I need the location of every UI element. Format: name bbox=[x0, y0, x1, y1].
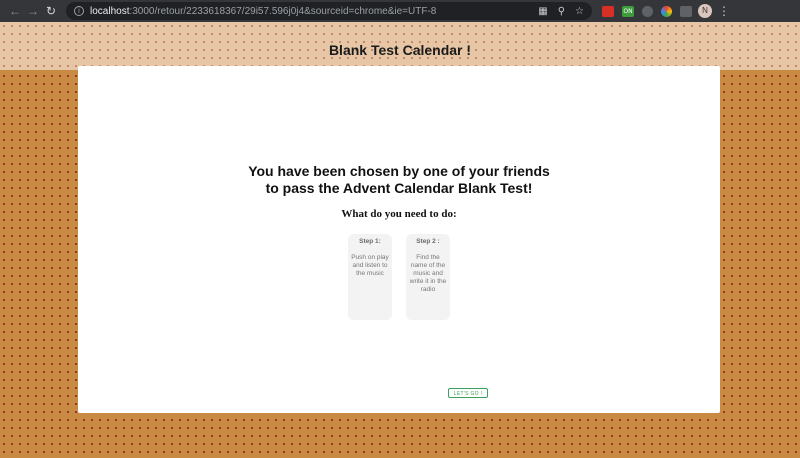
url-path: :3000/retour/2233618367/29i57.596j0j4&so… bbox=[129, 5, 437, 17]
mail-extension-icon[interactable] bbox=[680, 5, 692, 17]
step-text: Push on play and listen to the music bbox=[351, 254, 389, 277]
step-title: Step 2 : bbox=[416, 238, 440, 245]
gray-extension-icon[interactable] bbox=[642, 5, 653, 17]
menu-icon[interactable]: ⋮ bbox=[718, 4, 730, 18]
step-text: Find the name of the music and write it … bbox=[409, 254, 447, 293]
info-icon[interactable]: i bbox=[74, 6, 84, 16]
forward-arrow-icon[interactable]: → bbox=[24, 2, 42, 20]
reload-icon[interactable]: ↻ bbox=[42, 2, 60, 20]
intro-line-2: to pass the Advent Calendar Blank Test! bbox=[265, 180, 533, 196]
url-host: localhost bbox=[90, 5, 130, 17]
color-extension-icon[interactable] bbox=[661, 5, 672, 17]
bookmark-star-icon[interactable]: ☆ bbox=[575, 6, 584, 17]
intro-heading: You have been chosen by one of your frie… bbox=[78, 163, 720, 197]
red-extension-icon[interactable] bbox=[602, 5, 614, 17]
green-extension-icon[interactable]: ON bbox=[622, 5, 634, 17]
translate-icon[interactable]: ▦ bbox=[538, 6, 547, 17]
lets-go-button[interactable]: LET'S GO ! bbox=[448, 388, 488, 398]
step-card-2: Step 2 : Find the name of the music and … bbox=[406, 234, 450, 320]
step-title: Step 1: bbox=[359, 238, 381, 245]
page-title: Blank Test Calendar ! bbox=[328, 42, 472, 58]
instructions-heading: What do you need to do: bbox=[341, 208, 457, 220]
step-card-1: Step 1: Push on play and listen to the m… bbox=[348, 234, 392, 320]
address-bar[interactable]: i localhost:3000/retour/2233618367/29i57… bbox=[66, 2, 592, 20]
content-card: You have been chosen by one of your frie… bbox=[78, 66, 720, 413]
zoom-icon[interactable]: ⚲ bbox=[558, 6, 565, 17]
browser-toolbar: ← → ↻ i localhost:3000/retour/2233618367… bbox=[0, 0, 800, 22]
intro-line-1: You have been chosen by one of your frie… bbox=[248, 163, 550, 179]
back-arrow-icon[interactable]: ← bbox=[6, 2, 24, 20]
avatar[interactable]: N bbox=[698, 4, 712, 18]
